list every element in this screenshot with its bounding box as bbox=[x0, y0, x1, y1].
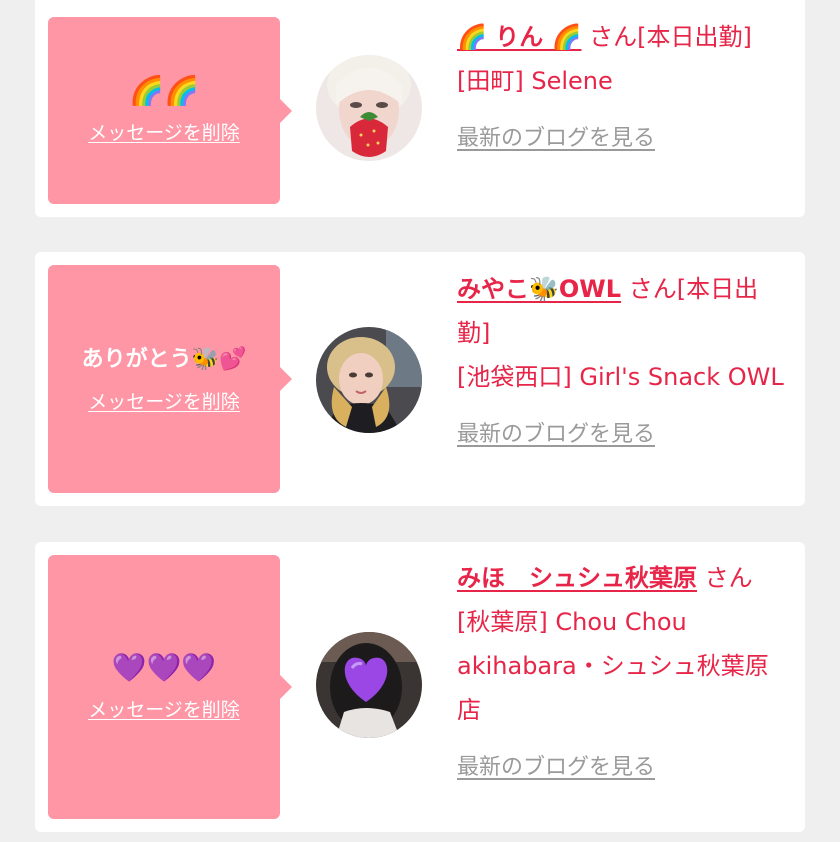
message-card: ありがとう🐝💕 メッセージを削除 みやこ🐝OWL さん[本日出勤] [池袋西口]… bbox=[35, 252, 805, 506]
avatar[interactable] bbox=[316, 55, 422, 161]
shop-name: [秋葉原] Chou Chou akihabara・シュシュ秋葉原店 bbox=[457, 608, 769, 724]
shop-name: [田町] Selene bbox=[457, 67, 613, 95]
avatar[interactable] bbox=[316, 632, 422, 738]
strawberry-face-photo-icon bbox=[316, 55, 422, 161]
message-bubble: 💜💜💜 メッセージを削除 bbox=[48, 555, 292, 819]
sender-name-link[interactable]: みやこ🐝OWL bbox=[457, 275, 621, 303]
message-card: 🌈🌈 メッセージを削除 🌈 りん 🌈 さん[本日出勤] [田町] Selene … bbox=[35, 0, 805, 217]
message-card: 💜💜💜 メッセージを削除 みほ シュシュ秋葉原 さん [秋葉原] Chou Ch… bbox=[35, 542, 805, 832]
delete-message-link[interactable]: メッセージを削除 bbox=[88, 118, 240, 145]
sender-info: みやこ🐝OWL さん[本日出勤] [池袋西口] Girl's Snack OWL… bbox=[457, 267, 789, 457]
message-text: 💜💜💜 bbox=[111, 650, 217, 684]
delete-message-link[interactable]: メッセージを削除 bbox=[88, 387, 240, 414]
latest-blog-link[interactable]: 最新のブログを見る bbox=[457, 413, 789, 457]
sender-info: 🌈 りん 🌈 さん[本日出勤] [田町] Selene 最新のブログを見る bbox=[457, 15, 789, 161]
profile-photo-icon bbox=[316, 327, 422, 433]
latest-blog-link[interactable]: 最新のブログを見る bbox=[457, 746, 789, 790]
honorific-status: さん bbox=[704, 564, 753, 592]
avatar[interactable] bbox=[316, 327, 422, 433]
message-text: 🌈🌈 bbox=[129, 74, 199, 107]
message-bubble: 🌈🌈 メッセージを削除 bbox=[48, 17, 292, 204]
message-text: ありがとう🐝💕 bbox=[81, 346, 247, 372]
shop-name: [池袋西口] Girl's Snack OWL bbox=[457, 363, 784, 391]
sender-name-link[interactable]: 🌈 りん 🌈 bbox=[457, 23, 581, 51]
message-bubble: ありがとう🐝💕 メッセージを削除 bbox=[48, 265, 292, 493]
latest-blog-link[interactable]: 最新のブログを見る bbox=[457, 117, 789, 161]
honorific-status: さん[本日出勤] bbox=[589, 23, 752, 51]
purple-heart-photo-icon bbox=[316, 632, 422, 738]
sender-name-link[interactable]: みほ シュシュ秋葉原 bbox=[457, 564, 697, 592]
delete-message-link[interactable]: メッセージを削除 bbox=[88, 695, 240, 722]
sender-info: みほ シュシュ秋葉原 さん [秋葉原] Chou Chou akihabara・… bbox=[457, 556, 789, 790]
